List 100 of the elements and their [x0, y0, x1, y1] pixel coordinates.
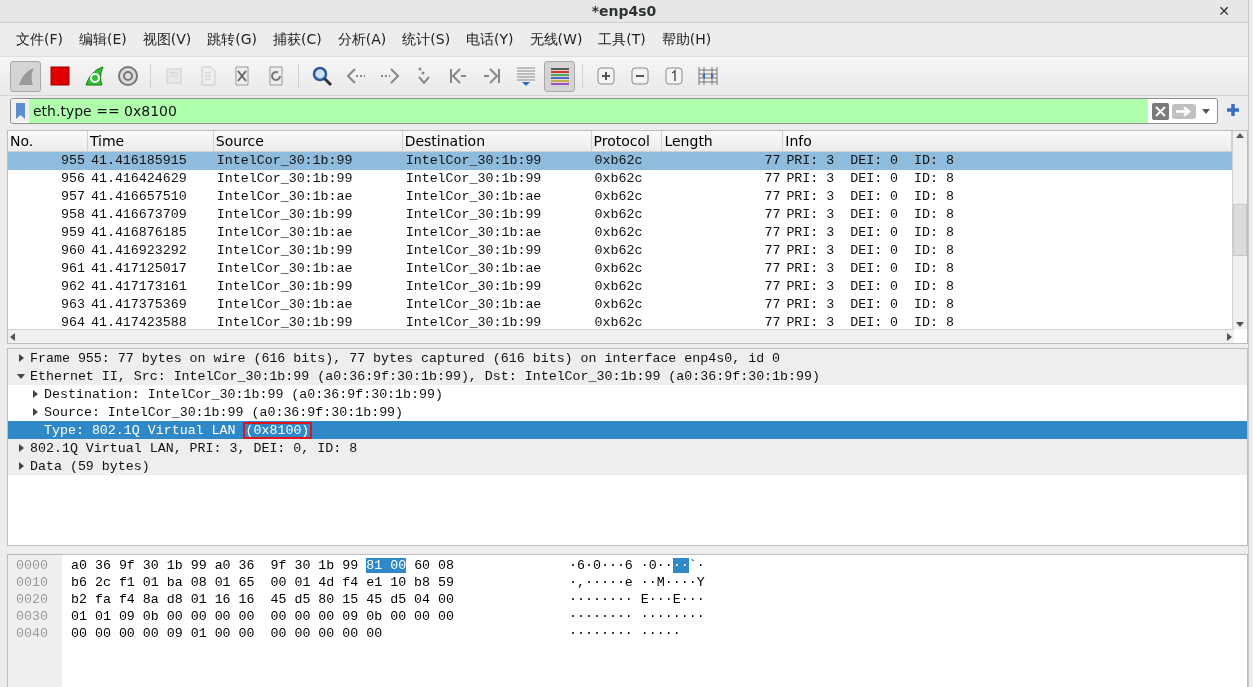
selected-ascii[interactable]: ·· — [672, 558, 689, 573]
menu-item[interactable]: 视图(V) — [134, 30, 200, 49]
hex-bytes[interactable]: a0 36 9f 30 1b 99 a0 36 9f 30 1b 99 — [71, 558, 367, 573]
table-cell-text: 77 — [763, 314, 782, 329]
table-cell-text: 77 — [763, 296, 782, 314]
tree-label: Type: 802.1Q Virtual LAN — [44, 422, 237, 438]
table-cell-text: 41.417375369 — [89, 296, 188, 314]
table-cell-text: 0xb62c — [593, 152, 644, 170]
table-cell-text: 77 — [763, 170, 782, 188]
menu-item[interactable]: 分析(A) — [329, 30, 395, 49]
hex-bytes[interactable]: 00 00 00 00 09 01 00 00 00 00 00 00 00 — [71, 626, 383, 641]
packet-row[interactable]: 958 41.416673709 IntelCor_30:1b:99 IntelCor_30:1b:99 0xb62c 77 PRI: 3 DEI: 0 ID: 8 — [8, 206, 1232, 224]
display-filter-field[interactable]: eth.type == 0x8100 — [10, 98, 1218, 124]
tree-row[interactable]: Destination: IntelCor_30:1b:99 (a0:36:9f:30:1b:99) — [8, 385, 1247, 403]
collapsed-icon[interactable] — [17, 354, 25, 362]
scroll-down-icon[interactable] — [1235, 319, 1245, 329]
tree-row[interactable]: Source: IntelCor_30:1b:99 (a0:36:9f:30:1b:99) — [8, 403, 1247, 421]
menu-item[interactable]: 工具(T) — [590, 30, 654, 49]
ascii-text[interactable]: ·6·0···6 ·0·· — [569, 558, 673, 573]
packet-row[interactable]: 957 41.416657510 IntelCor_30:1b:ae IntelCor_30:1b:ae 0xb62c 77 PRI: 3 DEI: 0 ID: 8 — [8, 188, 1232, 206]
table-cell-text: IntelCor_30:1b:ae — [215, 224, 354, 242]
columns-icon — [695, 64, 720, 88]
packet-row[interactable]: 955 41.416185915 IntelCor_30:1b:99 IntelCor_30:1b:99 0xb62c 77 PRI: 3 DEI: 0 ID: 8 — [8, 152, 1232, 170]
table-cell-text: IntelCor_30:1b:ae — [215, 188, 354, 206]
column-header[interactable]: Info — [783, 131, 1232, 151]
table-cell-text: PRI: 3 DEI: 0 ID: 8 — [785, 314, 955, 329]
table-cell-text: 964 — [60, 314, 86, 329]
table-cell-text: 956 — [60, 170, 86, 188]
menu-item[interactable]: 捕获(C) — [265, 30, 330, 49]
ascii-text[interactable]: ·,·····e ··M····Y — [569, 575, 705, 590]
scroll-left-icon[interactable] — [8, 331, 18, 342]
scroll-right-icon[interactable] — [1224, 331, 1234, 342]
table-cell-text: IntelCor_30:1b:99 — [215, 242, 354, 260]
table-cell-text: PRI: 3 DEI: 0 ID: 8 — [785, 224, 955, 242]
column-header[interactable]: No. — [8, 131, 88, 151]
packet-row[interactable]: 963 41.417375369 IntelCor_30:1b:ae IntelCor_30:1b:ae 0xb62c 77 PRI: 3 DEI: 0 ID: 8 — [8, 296, 1232, 314]
packet-row[interactable]: 956 41.416424629 IntelCor_30:1b:99 IntelCor_30:1b:99 0xb62c 77 PRI: 3 DEI: 0 ID: 8 — [8, 170, 1232, 188]
menu-item[interactable]: 无线(W) — [521, 30, 591, 49]
table-cell-text: 963 — [60, 296, 86, 314]
table-cell-text: 41.416424629 — [89, 170, 188, 188]
column-header[interactable]: Destination — [402, 131, 592, 151]
table-cell-text: IntelCor_30:1b:99 — [404, 242, 543, 260]
packet-row[interactable]: 960 41.416923292 IntelCor_30:1b:99 IntelCor_30:1b:99 0xb62c 77 PRI: 3 DEI: 0 ID: 8 — [8, 242, 1232, 260]
hex-bytes[interactable]: 01 01 09 0b 00 00 00 00 00 00 00 09 0b 00 00 00 — [71, 609, 454, 624]
hex-bytes[interactable]: b2 fa f4 8a d8 01 16 16 45 d5 80 15 45 d5 04 00 — [71, 592, 454, 607]
tree-row[interactable]: Data (59 bytes) — [8, 457, 1247, 475]
hex-bytes[interactable]: b6 2c f1 01 ba 08 01 65 00 01 4d f4 e1 10 b8 59 — [71, 575, 454, 590]
table-cell-text: 41.416185915 — [89, 152, 188, 170]
scrollbar-thumb[interactable] — [1233, 204, 1247, 256]
tree-row[interactable]: 802.1Q Virtual LAN, PRI: 3, DEI: 0, ID: 8 — [8, 439, 1247, 457]
packet-row[interactable]: 959 41.416876185 IntelCor_30:1b:ae IntelCor_30:1b:ae 0xb62c 77 PRI: 3 DEI: 0 ID: 8 — [8, 224, 1232, 242]
toolbar-button[interactable] — [544, 60, 575, 92]
menu-item[interactable]: 帮助(H) — [653, 30, 720, 49]
ascii-text[interactable]: ········ ········ — [569, 609, 705, 624]
table-cell-text: 0xb62c — [593, 224, 644, 242]
ascii-text[interactable]: ········ E···E··· — [569, 592, 705, 607]
collapsed-icon[interactable] — [31, 390, 39, 398]
selected-bytes[interactable]: 81 00 — [366, 558, 407, 573]
packet-row[interactable]: 964 41.417423588 IntelCor_30:1b:99 IntelCor_30:1b:99 0xb62c 77 PRI: 3 DEI: 0 ID: 8 — [8, 314, 1232, 329]
expanded-icon[interactable] — [17, 372, 25, 380]
table-cell-text: 41.416657510 — [89, 188, 188, 206]
clear-icon[interactable] — [1152, 102, 1169, 120]
table-cell-text: 77 — [763, 152, 782, 170]
ascii-text[interactable]: ········ ····· — [569, 626, 681, 641]
close-button[interactable]: ✕ — [1214, 1, 1234, 21]
table-cell-text: 0xb62c — [593, 206, 644, 224]
table-cell-text: 41.416673709 — [89, 206, 188, 224]
add-icon[interactable] — [1226, 102, 1240, 117]
ascii-text[interactable]: `· — [688, 558, 705, 573]
menu-item[interactable]: 文件(F) — [8, 30, 71, 49]
packet-row[interactable]: 962 41.417173161 IntelCor_30:1b:99 IntelCor_30:1b:99 0xb62c 77 PRI: 3 DEI: 0 ID: 8 — [8, 278, 1232, 296]
table-cell-text: 41.417125017 — [89, 260, 188, 278]
offset-label: 0030 — [15, 608, 49, 625]
table-cell-text: IntelCor_30:1b:99 — [215, 152, 354, 170]
menu-item[interactable]: 统计(S) — [394, 30, 459, 49]
column-header[interactable]: Source — [213, 131, 403, 151]
tree-label: Source: IntelCor_30:1b:99 (a0:36:9f:30:1b:99) — [44, 404, 404, 420]
column-header[interactable]: Protocol — [591, 131, 663, 151]
table-cell-text: 77 — [763, 242, 782, 260]
table-cell-text: 0xb62c — [593, 314, 644, 329]
table-cell-text: PRI: 3 DEI: 0 ID: 8 — [785, 206, 955, 224]
table-cell-text: 0xb62c — [593, 260, 644, 278]
tree-row[interactable]: Type: 802.1Q Virtual LAN (0x8100) — [8, 421, 1247, 439]
menu-item[interactable]: 编辑(E) — [71, 30, 135, 49]
menu-item[interactable]: 电话(Y) — [458, 30, 522, 49]
table-cell-text: IntelCor_30:1b:99 — [404, 170, 543, 188]
table-cell-text: IntelCor_30:1b:ae — [404, 260, 543, 278]
scroll-up-icon[interactable] — [1235, 131, 1245, 141]
column-header[interactable]: Time — [87, 131, 214, 151]
column-header[interactable]: Length — [662, 131, 784, 151]
tree-row[interactable]: Ethernet II, Src: IntelCor_30:1b:99 (a0:36:9f:30:1b:99), Dst: IntelCor_30:1b:99 (a0:36:9f:30:1b:99) — [8, 367, 1247, 385]
menu-item[interactable]: 跳转(G) — [199, 30, 266, 49]
bookmark-icon[interactable] — [15, 103, 25, 119]
table-cell-text: 77 — [763, 188, 782, 206]
tree-row[interactable]: Frame 955: 77 bytes on wire (616 bits), 77 bytes captured (616 bits) on interface enp4s0, id 0 — [8, 349, 1247, 367]
collapsed-icon[interactable] — [31, 408, 39, 416]
collapsed-icon[interactable] — [17, 444, 25, 452]
collapsed-icon[interactable] — [17, 462, 25, 470]
packet-row[interactable]: 961 41.417125017 IntelCor_30:1b:ae IntelCor_30:1b:ae 0xb62c 77 PRI: 3 DEI: 0 ID: 8 — [8, 260, 1232, 278]
hex-bytes[interactable]: 60 08 — [406, 558, 455, 573]
